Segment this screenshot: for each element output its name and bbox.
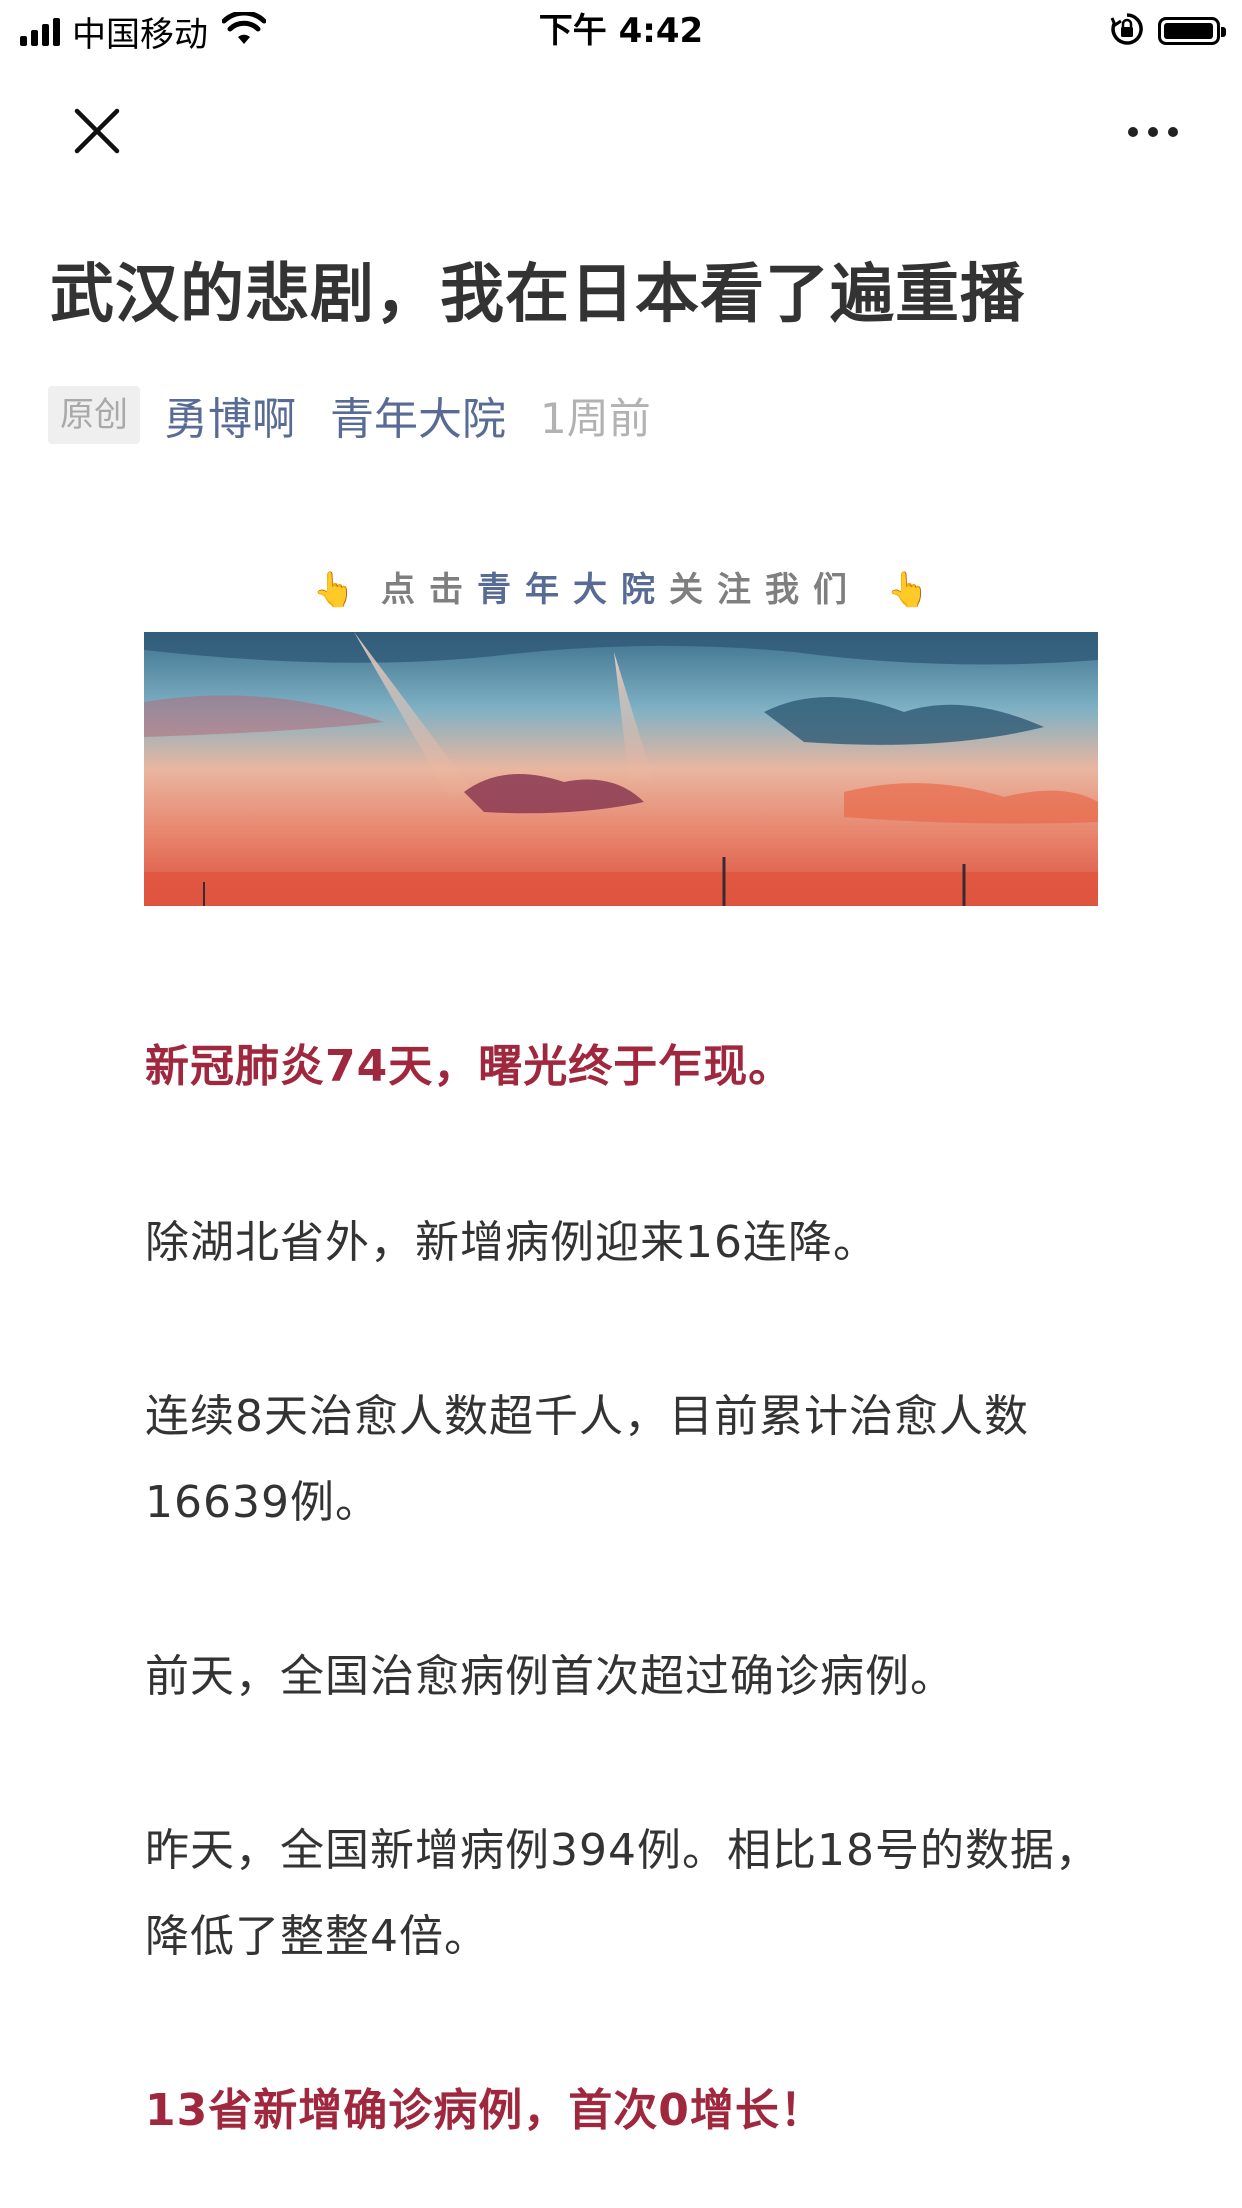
publish-time: 1周前 — [540, 393, 651, 443]
paragraph: 除湖北省外，新增病例迎来16连降。 — [145, 1217, 878, 1268]
close-icon — [74, 108, 120, 154]
more-icon — [1128, 127, 1138, 137]
pointing-hand-icon: 👆 — [312, 570, 356, 610]
follow-brand[interactable]: 青年大院 — [477, 570, 669, 610]
status-time: 下午 4:42 — [538, 11, 704, 51]
paragraph-2-wrap: 除湖北省外，新增病例迎来16连降。 — [145, 1200, 1105, 1286]
paragraph: 昨天，全国新增病例394例。相比18号的数据，降低了整整4倍。 — [145, 1825, 1100, 1962]
paragraph-5-wrap: 昨天，全国新增病例394例。相比18号的数据，降低了整整4倍。 — [145, 1808, 1105, 1980]
paragraph-3-wrap: 连续8天治愈人数超千人，目前累计治愈人数16639例。 — [145, 1374, 1105, 1546]
article-meta: 原创 勇博啊 青年大院 1周前 — [48, 384, 651, 446]
account-link[interactable]: 青年大院 — [330, 383, 506, 447]
banner-image — [144, 632, 1098, 906]
pointing-hand-icon: 👆 — [886, 570, 930, 610]
paragraph: 连续8天治愈人数超千人，目前累计治愈人数16639例。 — [145, 1391, 1029, 1528]
status-right — [1110, 10, 1226, 52]
article-title: 武汉的悲剧，我在日本看了遍重播 — [50, 258, 1025, 332]
highlight-paragraph: 13省新增确诊病例，首次0增长！ — [145, 2085, 825, 2136]
paragraph-1-wrap: 新冠肺炎74天，曙光终于乍现。 — [145, 1024, 1105, 1110]
paragraph-6-wrap: 13省新增确诊病例，首次0增长！ — [145, 2068, 1105, 2154]
nav-bar — [0, 62, 1242, 192]
rotation-lock-icon — [1110, 12, 1144, 50]
more-button[interactable] — [1108, 102, 1198, 162]
follow-prefix: 点击 — [381, 570, 477, 610]
paragraph: 前天，全国治愈病例首次超过确诊病例。 — [145, 1651, 955, 1702]
close-button[interactable] — [62, 96, 132, 166]
original-tag: 原创 — [48, 386, 140, 444]
author-link[interactable]: 勇博啊 — [164, 383, 296, 447]
paragraph-4-wrap: 前天，全国治愈病例首次超过确诊病例。 — [145, 1634, 1105, 1720]
battery-icon — [1158, 17, 1226, 45]
status-bar: 中国移动 下午 4:42 — [0, 0, 1242, 62]
follow-prompt: 👆 点击青年大院关注我们 👆 — [0, 562, 1242, 611]
follow-suffix: 关注我们 — [669, 570, 861, 610]
highlight-paragraph: 新冠肺炎74天，曙光终于乍现。 — [145, 1041, 794, 1092]
